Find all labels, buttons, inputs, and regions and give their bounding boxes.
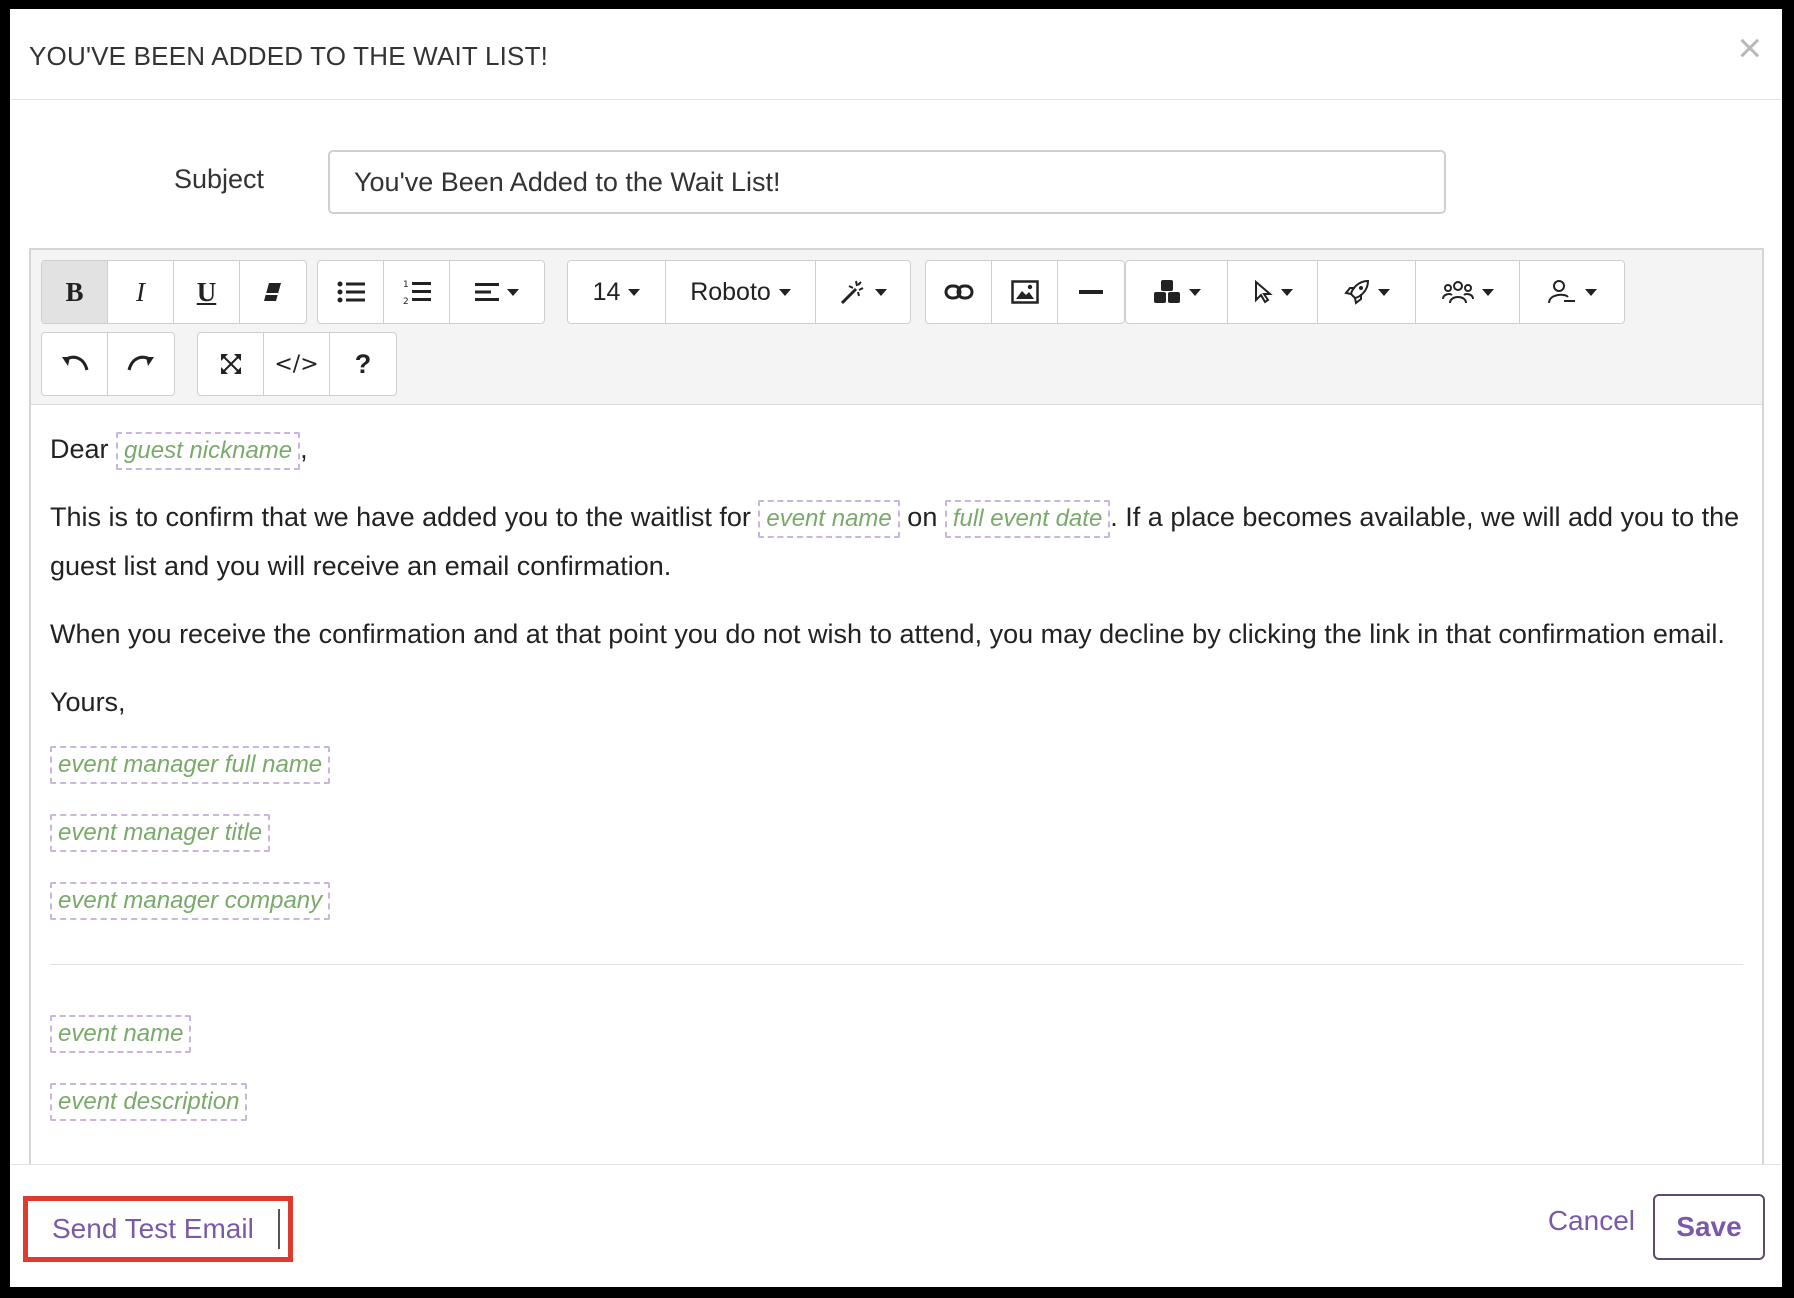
link-button[interactable]	[926, 261, 992, 323]
dialog-title: YOU'VE BEEN ADDED TO THE WAIT LIST!	[29, 41, 549, 71]
merge-tag[interactable]: event manager full name	[50, 746, 331, 784]
chevron-down-icon	[1481, 288, 1494, 296]
expand-icon	[220, 354, 241, 374]
rich-text-editor: B I U 1 2 14 Roboto </> ? Dear guest nic…	[29, 248, 1764, 1287]
italic-icon: I	[136, 276, 145, 307]
image-icon	[1010, 280, 1039, 304]
subject-input[interactable]	[328, 150, 1446, 214]
paragraph-2: When you receive the confirmation and at…	[50, 619, 1725, 649]
merge-tag[interactable]: event manager company	[50, 882, 331, 920]
chevron-down-icon	[507, 288, 519, 296]
user-settings-icon	[1548, 280, 1575, 304]
paragraph-1-start: This is to confirm that we have added yo…	[50, 502, 751, 532]
fullscreen-button[interactable]	[198, 333, 264, 395]
editor-toolbar: B I U 1 2 14 Roboto </> ?	[31, 250, 1762, 405]
insert-group	[925, 260, 1125, 324]
align-dropdown[interactable]	[450, 261, 544, 323]
align-left-icon	[475, 283, 499, 301]
editor-content[interactable]: Dear guest nickname, This is to confirm …	[50, 425, 1743, 1151]
merge-tag[interactable]: event name	[758, 499, 900, 538]
email-template-dialog: YOU'VE BEEN ADDED TO THE WAIT LIST! × Su…	[10, 9, 1782, 1287]
style-group: B I U	[41, 260, 307, 324]
italic-button[interactable]: I	[108, 261, 174, 323]
help-button[interactable]: ?	[330, 333, 396, 395]
eraser-icon	[264, 283, 281, 301]
chevron-down-icon	[1280, 288, 1293, 296]
code-view-button[interactable]: </>	[264, 333, 330, 395]
underline-button[interactable]: U	[174, 261, 240, 323]
chevron-down-icon	[1188, 288, 1201, 296]
font-group: 14 Roboto	[567, 260, 911, 324]
dialog-header: YOU'VE BEEN ADDED TO THE WAIT LIST! ×	[10, 9, 1782, 100]
list-group: 1 2	[317, 260, 545, 324]
magic-wand-icon	[840, 280, 864, 305]
merge-tag[interactable]: event description	[50, 1083, 248, 1121]
close-icon[interactable]: ×	[1737, 27, 1762, 69]
chevron-down-icon	[1377, 288, 1390, 296]
button-insert-dropdown[interactable]	[1228, 261, 1318, 323]
dialog-footer: Send Test Email Cancel Save	[10, 1164, 1782, 1287]
cubes-icon	[1153, 280, 1180, 303]
merge-tag[interactable]: full event date	[944, 499, 1111, 538]
send-test-email-button[interactable]: Send Test Email	[23, 1196, 293, 1262]
event-line: event description	[50, 1083, 1743, 1121]
redo-icon	[127, 355, 154, 371]
link-icon	[944, 284, 973, 300]
guests-dropdown[interactable]	[1416, 261, 1520, 323]
signature-line: event manager title	[50, 814, 1743, 852]
greeting-end: ,	[300, 434, 308, 464]
greeting-line: Dear guest nickname,	[50, 425, 1743, 474]
numbered-list-button[interactable]: 1 2	[384, 261, 450, 323]
help-icon: ?	[354, 348, 372, 379]
redo-button[interactable]	[108, 333, 174, 395]
view-group: </> ?	[197, 332, 397, 396]
font-family-value: Roboto	[690, 277, 771, 306]
bold-icon: B	[65, 276, 84, 307]
bullet-list-icon	[337, 281, 365, 303]
merge-tag[interactable]: event manager title	[50, 814, 271, 852]
merge-tag[interactable]: event name	[50, 1015, 192, 1053]
code-icon: </>	[274, 351, 319, 377]
chevron-down-icon	[628, 288, 641, 296]
signature-line: event manager full name	[50, 746, 1743, 784]
users-icon	[1441, 281, 1474, 304]
magic-dropdown[interactable]	[816, 261, 910, 323]
chevron-down-icon	[1585, 288, 1597, 296]
minus-icon	[1079, 290, 1103, 294]
save-button[interactable]: Save	[1653, 1194, 1765, 1260]
blocks-dropdown[interactable]	[1126, 261, 1228, 323]
paragraph-1-mid: on	[907, 502, 938, 532]
launch-dropdown[interactable]	[1318, 261, 1416, 323]
paragraph-1: This is to confirm that we have added yo…	[50, 493, 1743, 591]
undo-button[interactable]	[42, 333, 108, 395]
bullet-list-button[interactable]	[318, 261, 384, 323]
greeting-text: Dear	[50, 434, 109, 464]
chevron-down-icon	[875, 288, 887, 296]
numbered-list-icon: 1 2	[403, 280, 431, 305]
font-size-value: 14	[592, 277, 621, 306]
rocket-icon	[1343, 279, 1369, 305]
horizontal-rule	[50, 964, 1743, 965]
font-family-dropdown[interactable]: Roboto	[666, 261, 816, 323]
svg-text:2: 2	[403, 297, 409, 305]
manager-dropdown[interactable]	[1520, 261, 1624, 323]
underline-icon: U	[196, 276, 217, 307]
merge-tag[interactable]: guest nickname	[116, 431, 301, 470]
bold-button[interactable]: B	[42, 261, 108, 323]
chevron-down-icon	[778, 288, 791, 296]
svg-text:1: 1	[403, 280, 409, 290]
variables-group	[1125, 260, 1625, 324]
clear-format-button[interactable]	[240, 261, 306, 323]
horizontal-rule-button[interactable]	[1058, 261, 1124, 323]
event-line: event name	[50, 1015, 1743, 1053]
undo-icon	[61, 355, 88, 371]
pointer-icon	[1254, 280, 1273, 304]
history-group	[41, 332, 175, 396]
font-size-dropdown[interactable]: 14	[568, 261, 666, 323]
cancel-button[interactable]: Cancel	[1548, 1205, 1635, 1237]
signature-line: event manager company	[50, 882, 1743, 920]
subject-label: Subject	[174, 164, 265, 194]
closing-line: Yours,	[50, 687, 126, 717]
image-button[interactable]	[992, 261, 1058, 323]
